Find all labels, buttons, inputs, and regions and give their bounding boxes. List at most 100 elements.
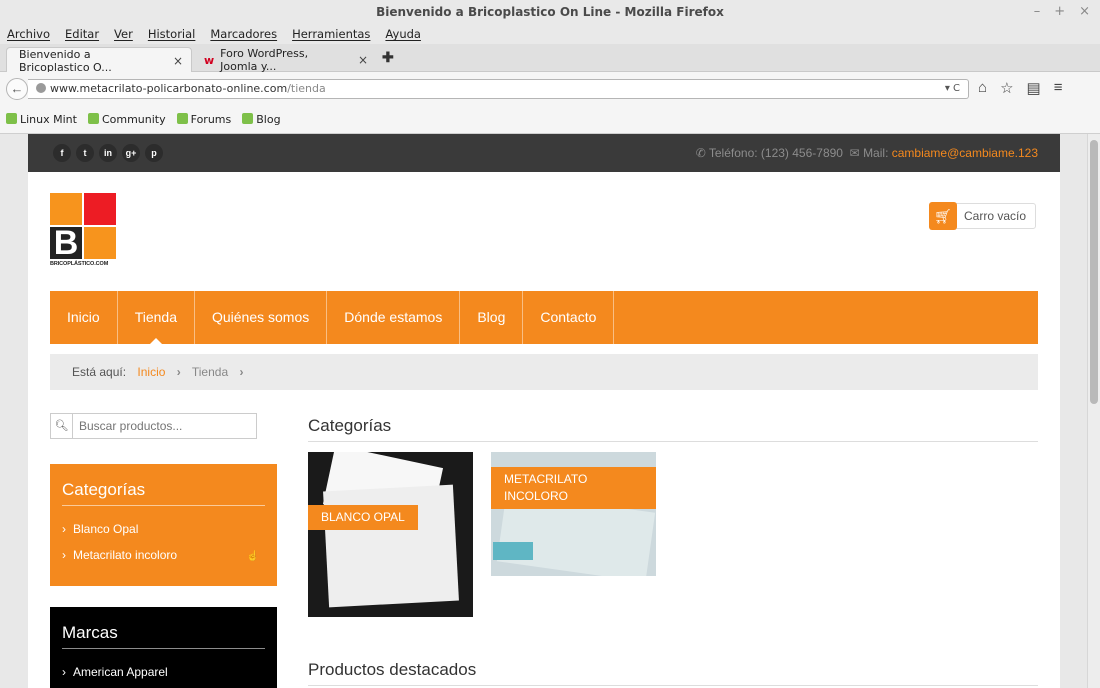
- back-button[interactable]: ←: [6, 78, 28, 100]
- tab-strip: Bienvenido a Bricoplastico O... × w Foro…: [0, 44, 1100, 74]
- tab-foro-wordpress[interactable]: w Foro WordPress, Joomla y... ×: [192, 47, 376, 73]
- back-arrow-icon: ←: [10, 81, 24, 96]
- url-domain: www.metacrilato-policarbonato-online.com: [50, 82, 288, 95]
- category-link[interactable]: Metacrilato incoloro: [73, 548, 177, 562]
- breadcrumb-home-link[interactable]: Inicio: [137, 365, 165, 379]
- menu-marcadores[interactable]: Marcadores: [210, 27, 277, 41]
- category-card-metacrilato-incoloro[interactable]: METACRILATO INCOLORO: [491, 452, 656, 576]
- nav-quienes-somos[interactable]: Quiénes somos: [195, 291, 328, 344]
- linux-mint-icon: [242, 113, 254, 124]
- maximize-button[interactable]: +: [1054, 0, 1065, 24]
- bookmark-linux-mint[interactable]: Linux Mint: [6, 113, 77, 126]
- tab-bricoplastico[interactable]: Bienvenido a Bricoplastico O... ×: [6, 47, 192, 74]
- category-card-blanco-opal[interactable]: BLANCO OPAL: [308, 452, 473, 617]
- bookmark-forums[interactable]: Forums: [176, 113, 231, 126]
- url-bar[interactable]: www.metacrilato-policarbonato-online.com…: [28, 79, 969, 99]
- nav-tienda[interactable]: Tienda: [118, 291, 195, 344]
- menu-ayuda[interactable]: Ayuda: [385, 27, 421, 41]
- site-topbar: f t in g+ p ✆ Teléfono: (123) 456-7890 ✉…: [28, 134, 1060, 172]
- social-links: f t in g+ p: [53, 144, 163, 162]
- menu-historial[interactable]: Historial: [148, 27, 196, 41]
- bookmark-community[interactable]: Community: [87, 113, 166, 126]
- window-titlebar: Bienvenido a Bricoplastico On Line - Moz…: [0, 0, 1100, 24]
- facebook-icon[interactable]: f: [53, 144, 71, 162]
- chevron-right-icon: ›: [62, 522, 66, 536]
- toolbar-icons: ⌂ ☆ ▤ ≡: [978, 79, 1062, 97]
- breadcrumb: Está aquí: Inicio › Tienda ›: [50, 354, 1038, 390]
- linkedin-icon[interactable]: in: [99, 144, 117, 162]
- site-logo[interactable]: B BRICOPLÁSTICO.COM: [50, 193, 118, 271]
- search-icon[interactable]: 🔍︎: [51, 414, 73, 438]
- nav-blog[interactable]: Blog: [460, 291, 524, 344]
- nav-inicio[interactable]: Inicio: [50, 291, 118, 344]
- category-label: METACRILATO INCOLORO: [491, 467, 656, 509]
- logo-letter: B: [50, 226, 82, 260]
- bookmark-label: Linux Mint: [20, 113, 77, 126]
- linux-mint-icon: [6, 113, 17, 124]
- phone-text: Teléfono: (123) 456-7890: [708, 146, 843, 160]
- nav-donde-estamos[interactable]: Dónde estamos: [327, 291, 461, 344]
- mail-icon: ✉: [849, 146, 860, 160]
- bookmark-blog[interactable]: Blog: [242, 113, 281, 126]
- categories-heading: Categorías: [308, 416, 1038, 442]
- tab-label: Foro WordPress, Joomla y...: [220, 47, 309, 73]
- linux-mint-icon: [176, 113, 188, 124]
- menu-herramientas[interactable]: Herramientas: [292, 27, 370, 41]
- logo-square: [84, 227, 116, 259]
- pinterest-icon[interactable]: p: [145, 144, 163, 162]
- window-controls: – + ×: [1034, 0, 1090, 24]
- nav-contacto[interactable]: Contacto: [523, 291, 615, 344]
- sidebar-category-item[interactable]: › Blanco Opal: [62, 520, 265, 546]
- menu-editar[interactable]: Editar: [65, 27, 99, 41]
- brand-link[interactable]: American Apparel: [73, 665, 168, 679]
- google-plus-icon[interactable]: g+: [122, 144, 140, 162]
- product-search: 🔍︎: [50, 413, 257, 439]
- bookmark-label: Community: [101, 113, 166, 126]
- close-window-button[interactable]: ×: [1079, 0, 1090, 24]
- minimize-button[interactable]: –: [1034, 0, 1041, 24]
- menu-icon[interactable]: ≡: [1054, 79, 1063, 97]
- new-tab-button[interactable]: ✚: [382, 49, 394, 66]
- menu-archivo[interactable]: Archivo: [7, 27, 50, 41]
- search-input[interactable]: [79, 415, 249, 437]
- bookmarks-toolbar: Linux Mint Community Forums Blog: [0, 106, 1100, 134]
- breadcrumb-separator-icon: ›: [176, 365, 181, 379]
- sidebar-categories-title: Categorías: [62, 464, 265, 506]
- site-identity-icon[interactable]: [36, 83, 46, 93]
- sidebar-brand-item[interactable]: › American Apparel: [62, 663, 265, 688]
- tab-close-icon[interactable]: ×: [358, 53, 368, 67]
- breadcrumb-prefix: Está aquí:: [72, 365, 127, 379]
- mail-link[interactable]: cambiame@cambiame.123: [892, 146, 1038, 160]
- tab-label: Bienvenido a Bricoplastico O...: [19, 47, 112, 74]
- window-title: Bienvenido a Bricoplastico On Line - Moz…: [376, 5, 724, 19]
- sidebar-category-item[interactable]: › Metacrilato incoloro ☝: [62, 546, 265, 572]
- hand-cursor-icon: ☝: [246, 551, 259, 562]
- tab-close-icon[interactable]: ×: [173, 54, 183, 68]
- cart-label: Carro vacío: [964, 209, 1027, 223]
- menubar: Archivo Editar Ver Historial Marcadores …: [0, 24, 1100, 44]
- chevron-right-icon: ›: [62, 665, 66, 679]
- scrollbar-thumb[interactable]: [1090, 140, 1098, 404]
- sidebar-brands: Marcas › American Apparel: [50, 607, 277, 688]
- bookmark-label: Blog: [256, 113, 281, 126]
- product-image: [493, 542, 533, 560]
- page-scrollbar[interactable]: [1087, 134, 1100, 688]
- url-dropdown-reload-icon[interactable]: ▾ C: [945, 80, 960, 98]
- main-navigation: Inicio Tienda Quiénes somos Dónde estamo…: [50, 291, 1038, 344]
- menu-ver[interactable]: Ver: [114, 27, 133, 41]
- logo-text: BRICOPLÁSTICO.COM: [50, 261, 109, 267]
- sidebar-categories: Categorías › Blanco Opal › Metacrilato inc…: [50, 464, 277, 586]
- twitter-icon[interactable]: t: [76, 144, 94, 162]
- phone-icon: ✆: [695, 146, 706, 160]
- star-icon[interactable]: ☆: [1000, 79, 1013, 97]
- reading-list-icon[interactable]: ▤: [1027, 79, 1041, 97]
- wordpress-forum-favicon-icon: w: [204, 53, 215, 67]
- category-link[interactable]: Blanco Opal: [73, 522, 138, 536]
- chevron-right-icon: ›: [62, 548, 66, 562]
- home-icon[interactable]: ⌂: [978, 79, 987, 97]
- category-label: BLANCO OPAL: [308, 505, 418, 530]
- cart-button[interactable]: 🛒︎ Carro vacío: [929, 202, 1037, 230]
- shopping-cart-icon: 🛒︎: [929, 202, 957, 230]
- breadcrumb-separator-icon: ›: [239, 365, 244, 379]
- navigation-toolbar: ← www.metacrilato-policarbonato-online.c…: [0, 72, 1100, 106]
